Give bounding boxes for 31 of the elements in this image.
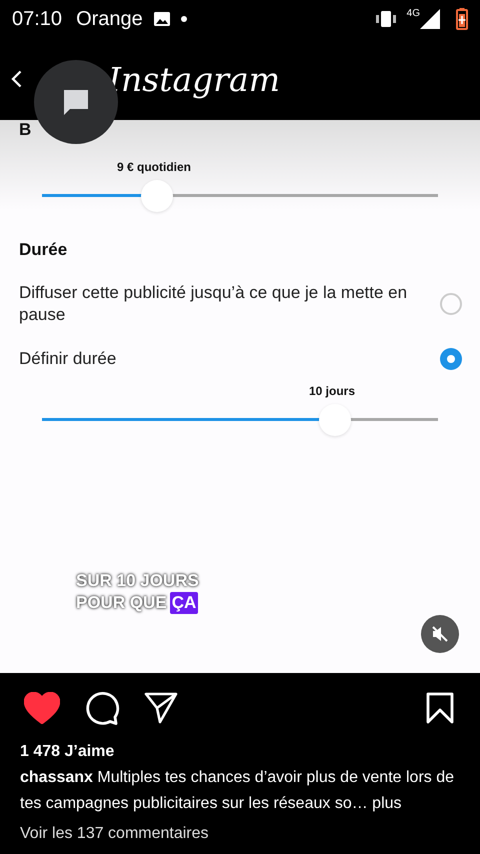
radio-button[interactable] [440,348,462,370]
overlay-highlight: ÇA [170,592,198,614]
option-label: Diffuser cette publicité jusqu’à ce que je la mette en pause [19,282,408,326]
signal-icon [420,9,440,29]
budget-slider[interactable] [42,180,438,212]
overlay-caption: POUR QUE [76,592,167,614]
dot-icon [180,16,187,22]
instagram-logo: Instagram [108,60,280,98]
option-label: Définir durée [19,348,116,370]
heart-icon[interactable] [24,692,60,724]
image-icon [152,11,171,27]
send-icon[interactable] [144,692,178,724]
duration-slider[interactable] [42,404,438,436]
overlay-caption: SUR 10 JOURS [76,570,199,592]
duration-title: Durée [19,240,68,260]
budget-reading: 9 € quotidien [117,160,192,174]
section-heading: B [19,120,32,140]
chat-icon [61,87,91,117]
comment-icon[interactable] [84,691,120,725]
bookmark-icon[interactable] [426,692,454,724]
vibrate-icon [374,10,397,28]
view-comments-link[interactable]: Voir les 137 commentaires [20,825,460,843]
duration-reading: 10 jours [309,384,356,398]
like-count[interactable]: 1 478 J’aime [20,743,460,761]
post-caption: chassanx Multiples tes chances d’avoir plus de vente lors de tes campagnes publicitaires sur les réseaux so… plus [20,768,456,814]
status-time: 07:10 [12,8,62,30]
network-type: 4G [406,8,420,19]
mute-button[interactable] [421,615,459,653]
battery-icon [456,8,468,30]
radio-button[interactable] [440,293,462,315]
carrier-name: Orange [76,8,143,30]
